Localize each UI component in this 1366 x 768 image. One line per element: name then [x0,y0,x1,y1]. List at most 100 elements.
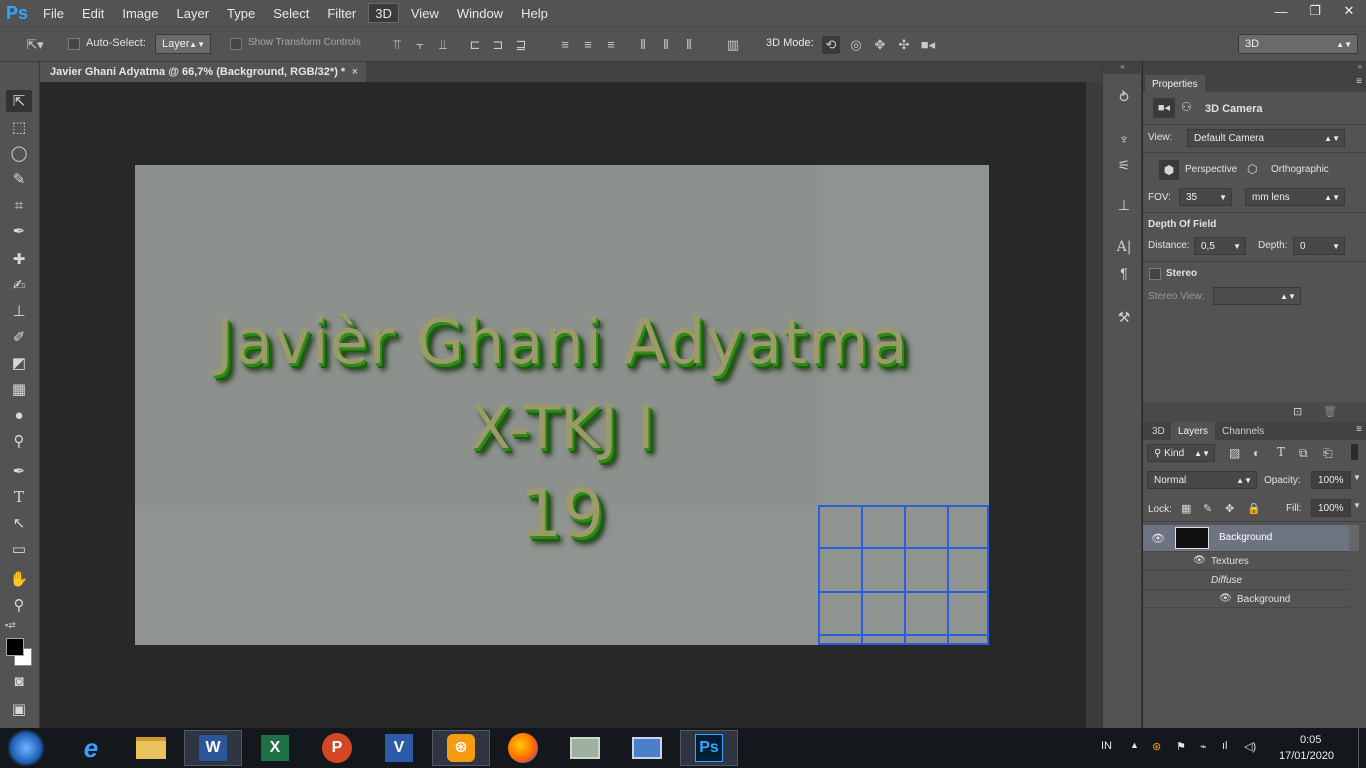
excel-icon[interactable]: X [246,730,304,766]
minimize-button[interactable]: — [1264,0,1298,22]
volume-icon[interactable]: ◁) [1244,740,1256,753]
blend-mode-dropdown[interactable]: Normal ▲▼ [1147,471,1257,489]
filter-smart-icon[interactable]: ⎗ [1323,446,1333,461]
start-button[interactable] [6,730,46,766]
close-tab-icon[interactable]: × [352,66,358,78]
language-indicator[interactable]: IN [1101,740,1112,752]
history-panel-icon[interactable]: ⥁ [1113,86,1135,108]
drag-3d-icon[interactable]: ✥ [871,36,889,54]
layer-row-textures[interactable]: 👁 Textures [1143,551,1349,570]
uc-tray-icon[interactable]: ⊛ [1152,740,1161,753]
menu-select[interactable]: Select [264,0,318,26]
align-vcenter-icon[interactable]: ⫟ [411,36,429,54]
layer-row-diffuse-background[interactable]: 👁 Background [1143,589,1349,608]
distance-input[interactable]: 0,5 ▼ [1194,237,1246,255]
depth-input[interactable]: 0 ▼ [1293,237,1345,255]
menu-edit[interactable]: Edit [73,0,113,26]
show-desktop-button[interactable] [1358,728,1366,768]
align-bottom-icon[interactable]: ⫫ [434,36,452,54]
crop-tool-icon[interactable]: ⌗ [6,194,32,216]
menu-view[interactable]: View [402,0,448,26]
quick-select-tool-icon[interactable]: ✎ [6,168,32,190]
history-brush-tool-icon[interactable]: ✐ [6,326,32,348]
paragraph-panel-icon[interactable]: ¶ [1113,262,1135,284]
tab-3d[interactable]: 3D [1145,422,1172,440]
distribute-vcenter-icon[interactable]: ≡ [579,36,597,54]
eye-icon[interactable]: 👁 [1151,532,1165,545]
path-select-tool-icon[interactable]: ↖ [6,512,32,534]
file-explorer-icon[interactable] [122,730,180,766]
collapse-icon[interactable]: » [1143,62,1366,74]
move-tool-icon[interactable]: ⇱ [6,90,32,112]
tool-presets-icon[interactable]: ⚒ [1113,306,1135,328]
screen-mode-icon[interactable]: ▣ [6,698,32,720]
auto-select-checkbox[interactable] [68,38,80,50]
fov-input[interactable]: 35 ▼ [1179,188,1232,206]
move-tool-preset-icon[interactable]: ⇱▾ [22,36,48,54]
filter-shape-icon[interactable]: ⧉ [1299,446,1308,461]
menu-3d[interactable]: 3D [368,3,399,23]
marquee-tool-icon[interactable]: ⬚ [6,116,32,138]
type-tool-icon[interactable]: T [6,486,32,508]
tab-properties[interactable]: Properties [1145,75,1205,93]
menu-image[interactable]: Image [113,0,167,26]
lasso-tool-icon[interactable]: ◯ [6,142,32,164]
chevron-down-icon[interactable]: ▼ [1353,473,1361,482]
character-panel-icon[interactable]: A| [1113,236,1135,258]
tab-layers[interactable]: Layers [1171,422,1216,440]
trash-icon[interactable]: 🗑 [1323,405,1337,418]
brush-presets-icon[interactable]: ⚟ [1113,154,1135,176]
align-left-icon[interactable]: ⊏ [466,36,484,54]
chevron-down-icon[interactable]: ▼ [1332,242,1340,251]
fov-unit-dropdown[interactable]: mm lens ▲▼ [1245,188,1345,206]
layer-filter-dropdown[interactable]: ⚲ Kind ▲▼ [1147,444,1215,462]
layers-scrollbar[interactable] [1349,525,1359,551]
restore-button[interactable]: ❐ [1298,0,1332,22]
orthographic-icon[interactable]: ⬡ [1247,162,1257,176]
perspective-icon[interactable]: ⬢ [1159,160,1179,180]
collapse-icon[interactable]: « [1103,62,1142,74]
document-canvas[interactable]: Javièr Ghani Adyatma X-TKJ I 19 [135,165,989,645]
stereo-view-dropdown[interactable]: ▲▼ [1213,287,1301,305]
lock-all-icon[interactable]: 🔒 [1247,502,1261,515]
align-right-icon[interactable]: ⊒ [512,36,530,54]
visio-icon[interactable]: V [370,730,428,766]
perspective-label[interactable]: Perspective [1185,164,1237,175]
foreground-color-swatch[interactable] [6,638,24,656]
clock-date[interactable]: 17/01/2020 [1279,750,1334,762]
canvas-area[interactable]: Javièr Ghani Adyatma X-TKJ I 19 [40,82,1086,728]
eye-icon[interactable]: 👁 [1219,593,1232,604]
reset-view-icon[interactable]: ⊡ [1293,405,1302,418]
hand-tool-icon[interactable]: ✋ [6,568,32,590]
internet-explorer-icon[interactable]: e [62,730,120,766]
menu-type[interactable]: Type [218,0,264,26]
clone-stamp-tool-icon[interactable]: ⊥ [6,300,32,322]
layer-row-diffuse[interactable]: Diffuse [1143,570,1349,589]
zoom-tool-icon[interactable]: ⚲ [6,594,32,616]
eyedropper-tool-icon[interactable]: ✒ [6,220,32,242]
uc-browser-icon[interactable]: ⊛ [432,730,490,766]
firefox-icon[interactable] [494,730,552,766]
gradient-tool-icon[interactable]: ▦ [6,378,32,400]
network-monitor-icon[interactable] [556,730,614,766]
clock-time[interactable]: 0:05 [1300,734,1321,746]
filter-adjust-icon[interactable]: ◐ [1253,446,1260,460]
canvas-scrollbar[interactable] [1086,82,1102,728]
action-center-icon[interactable]: ⚑ [1176,740,1186,753]
chevron-down-icon[interactable]: ▼ [1219,193,1227,202]
distribute-right-icon[interactable]: ⫴ [680,36,698,54]
align-hcenter-icon[interactable]: ⊐ [489,36,507,54]
pen-tool-icon[interactable]: ✒ [6,460,32,482]
fill-input[interactable]: 100% [1311,499,1351,517]
chevron-down-icon[interactable]: ▼ [1353,501,1361,510]
video-camera-icon[interactable]: ■◂ [919,36,937,54]
layer-row-background[interactable]: 👁 Background [1143,525,1349,551]
menu-filter[interactable]: Filter [318,0,365,26]
show-transform-checkbox[interactable] [230,38,242,50]
remote-desktop-icon[interactable] [618,730,676,766]
word-icon[interactable]: W [184,730,242,766]
distribute-left-icon[interactable]: ⫴ [634,36,652,54]
panel-menu-icon[interactable]: ≡ [1356,76,1362,87]
network-icon[interactable]: ıl [1222,740,1228,752]
stereo-checkbox[interactable] [1149,268,1161,280]
